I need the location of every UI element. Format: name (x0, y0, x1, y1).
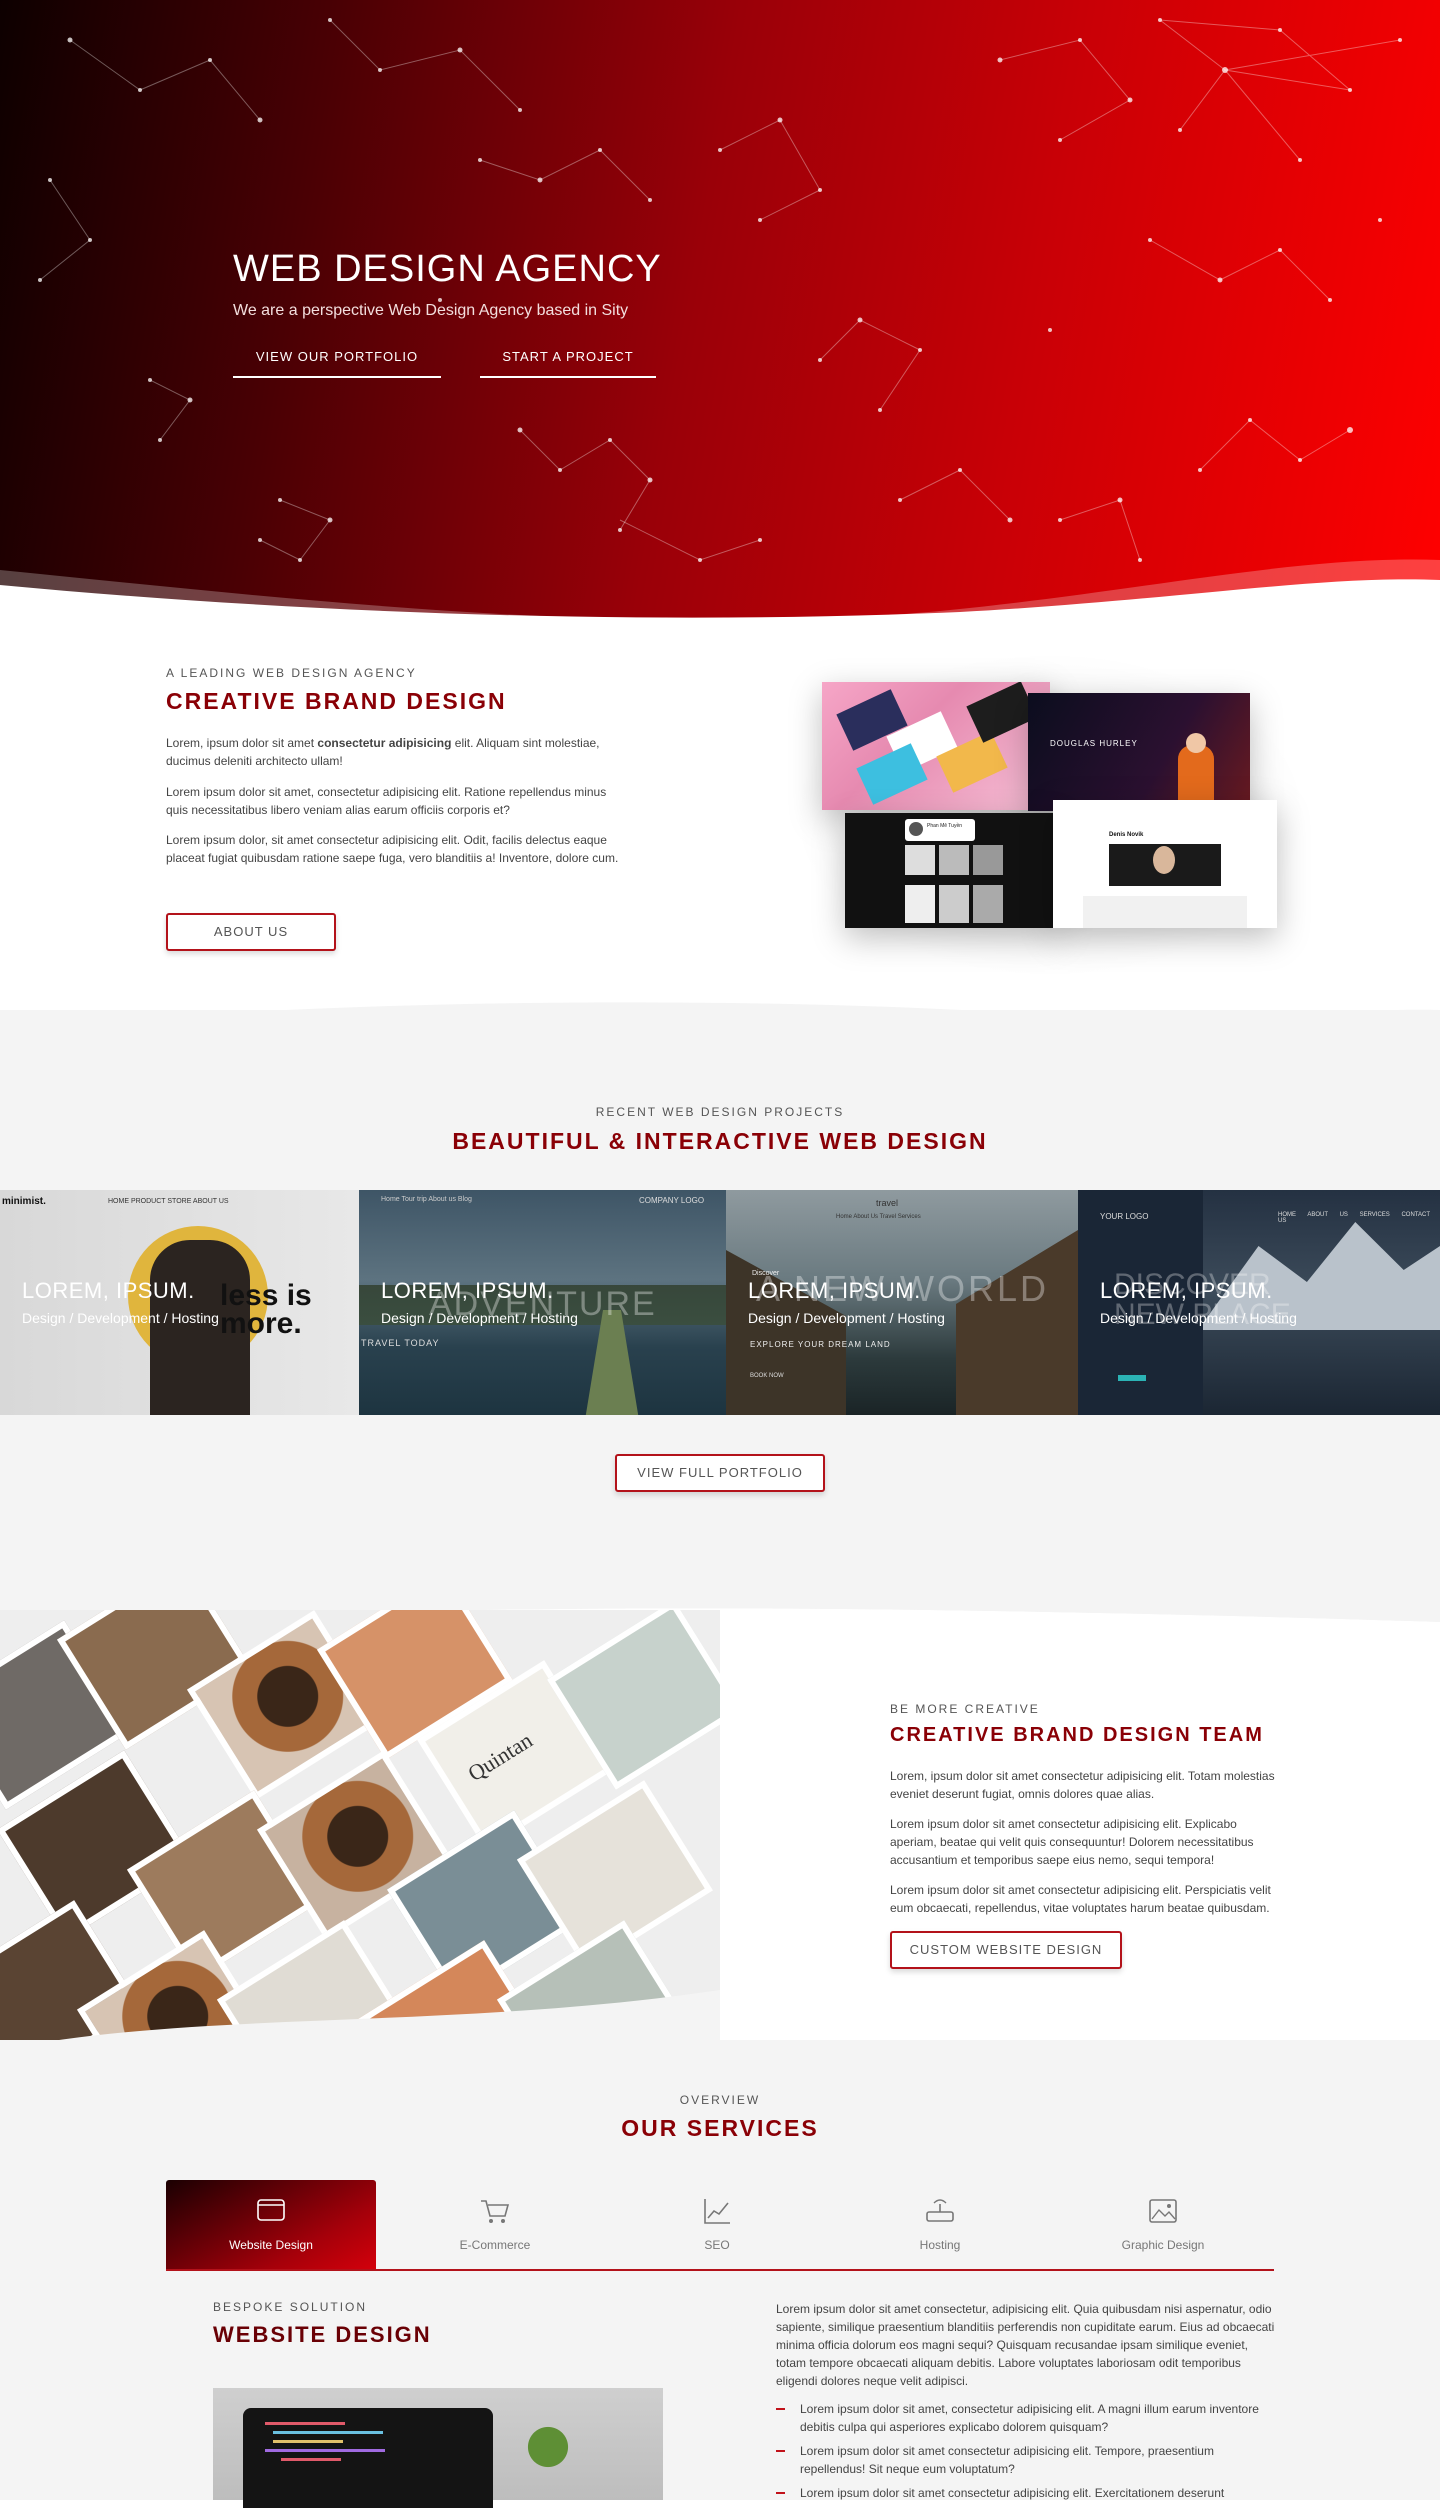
project-3-book-button[interactable]: BOOK NOW (750, 1373, 784, 1379)
custom-website-design-button[interactable]: CUSTOM WEBSITE DESIGN (890, 1931, 1122, 1969)
project-card-3[interactable]: travel Home About Us Travel Services Dis… (726, 1190, 1078, 1415)
laptop-screen (243, 2408, 493, 2508)
browser-window-icon (257, 2199, 285, 2221)
project-4-logo: YOUR LOGO (1100, 1212, 1149, 1221)
project-1-title: LOREM, IPSUM. (22, 1278, 195, 1303)
service-bullet-3: Lorem ipsum dolor sit amet consectetur a… (776, 2484, 1266, 2502)
image-icon (1149, 2199, 1177, 2223)
hero-subtitle: We are a perspective Web Design Agency b… (233, 302, 629, 319)
team-paragraph-1: Lorem, ipsum dolor sit amet consectetur … (890, 1769, 1275, 1801)
project-4-nav: HOME ABOUT US SERVICES CONTACT US (1278, 1212, 1430, 1224)
shopping-cart-icon (481, 2200, 510, 2223)
project-4-subtitle: Design / Development / Hosting (1100, 1310, 1297, 1326)
router-icon (926, 2199, 954, 2222)
project-4-cta[interactable] (1118, 1375, 1146, 1381)
about-paragraph-1: Lorem, ipsum dolor sit amet consectetur … (166, 736, 600, 768)
project-2-title: LOREM, IPSUM. (381, 1278, 554, 1303)
tab-graphic-design[interactable]: Graphic Design (1058, 2180, 1268, 2270)
tabs-underline (166, 2269, 1274, 2271)
mockup-cats-site: Phan Mê Tuyền (845, 813, 1060, 928)
project-2-small: TRAVEL TODAY (361, 1338, 440, 1348)
tab-label-e-commerce: E-Commerce (459, 2238, 531, 2252)
view-portfolio-button[interactable]: VIEW OUR PORTFOLIO (233, 342, 441, 378)
project-2-subtitle: Design / Development / Hosting (381, 1310, 578, 1326)
mockup-name-1: DOUGLAS HURLEY (1050, 739, 1138, 748)
team-paragraph-2: Lorem ipsum dolor sit amet consectetur a… (890, 1817, 1254, 1867)
tab-label-graphic-design: Graphic Design (1121, 2238, 1205, 2252)
mockup-screens-pink (822, 682, 1050, 810)
tab-hosting[interactable]: Hosting (835, 2180, 1045, 2270)
team-title: CREATIVE BRAND DESIGN TEAM (890, 1724, 1264, 1746)
project-3-small: EXPLORE YOUR DREAM LAND (750, 1340, 891, 1349)
mockup-name-3: Phan Mê Tuyền (927, 823, 963, 829)
service-title: WEBSITE DESIGN (213, 2322, 432, 2347)
wave-top (0, 1002, 1440, 1050)
hero-section: WEB DESIGN AGENCY We are a perspective W… (0, 0, 1440, 620)
project-3-nav: Home About Us Travel Services (836, 1214, 921, 1220)
about-kicker: A LEADING WEB DESIGN AGENCY (166, 666, 417, 680)
photo-collage: Quintan (0, 1610, 720, 2070)
project-1-logo: minimist. (2, 1196, 46, 1207)
team-kicker: BE MORE CREATIVE (890, 1702, 1040, 1716)
about-paragraph-2: Lorem ipsum dolor sit amet, consectetur … (166, 785, 607, 817)
tab-e-commerce[interactable]: E-Commerce (390, 2180, 600, 2270)
project-4-title: LOREM, IPSUM. (1100, 1278, 1273, 1303)
services-title: OUR SERVICES (621, 2115, 819, 2141)
project-card-4[interactable]: YOUR LOGO HOME ABOUT US SERVICES CONTACT… (1078, 1190, 1440, 1415)
tab-seo[interactable]: SEO (612, 2180, 822, 2270)
mockup-portrait-site: Denis Novik (1053, 800, 1277, 928)
view-full-portfolio-button[interactable]: VIEW FULL PORTFOLIO (615, 1454, 825, 1492)
service-image (213, 2388, 663, 2508)
start-project-button[interactable]: START A PROJECT (480, 342, 656, 378)
project-card-2[interactable]: COMPANY LOGO Home Tour trip About us Blo… (359, 1190, 726, 1415)
project-1-nav: HOME PRODUCT STORE ABOUT US (108, 1198, 229, 1205)
projects-title: BEAUTIFUL & INTERACTIVE WEB DESIGN (452, 1128, 988, 1154)
project-2-nav: Home Tour trip About us Blog (381, 1196, 472, 1203)
service-bullet-1: Lorem ipsum dolor sit amet, consectetur … (776, 2400, 1266, 2436)
projects-kicker: RECENT WEB DESIGN PROJECTS (595, 1105, 845, 1119)
plant (513, 2412, 583, 2482)
about-us-button[interactable]: ABOUT US (166, 913, 336, 951)
project-1-subtitle: Design / Development / Hosting (22, 1310, 219, 1326)
services-kicker: OVERVIEW (679, 2093, 761, 2107)
service-kicker: BESPOKE SOLUTION (213, 2300, 368, 2314)
tab-label-seo: SEO (704, 2238, 730, 2252)
chart-line-icon (704, 2199, 730, 2224)
tab-label-hosting: Hosting (919, 2238, 961, 2252)
about-paragraph-3: Lorem ipsum dolor, sit amet consectetur … (166, 833, 619, 865)
project-3-logo: travel (876, 1198, 899, 1208)
project-1-bg-text: less is more. (220, 1279, 312, 1340)
project-3-title: LOREM, IPSUM. (748, 1278, 921, 1303)
mockup-name-2: Denis Novik (1109, 832, 1144, 838)
project-3-subtitle: Design / Development / Hosting (748, 1310, 945, 1326)
tab-label-website-design: Website Design (229, 2238, 313, 2252)
about-title: CREATIVE BRAND DESIGN (166, 688, 507, 714)
team-paragraph-3: Lorem ipsum dolor sit amet consectetur a… (890, 1883, 1271, 1915)
service-bullet-2: Lorem ipsum dolor sit amet consectetur a… (776, 2442, 1266, 2478)
project-2-logo: COMPANY LOGO (639, 1196, 705, 1205)
mockup-space-site: DOUGLAS HURLEY (1028, 693, 1250, 811)
service-description: Lorem ipsum dolor sit amet consectetur, … (776, 2302, 1275, 2388)
tab-website-design[interactable]: Website Design (166, 2180, 376, 2270)
constellation-background (0, 18, 1440, 620)
project-card-1[interactable]: minimist. HOME PRODUCT STORE ABOUT US le… (0, 1190, 359, 1415)
hero-title: WEB DESIGN AGENCY (233, 248, 662, 290)
